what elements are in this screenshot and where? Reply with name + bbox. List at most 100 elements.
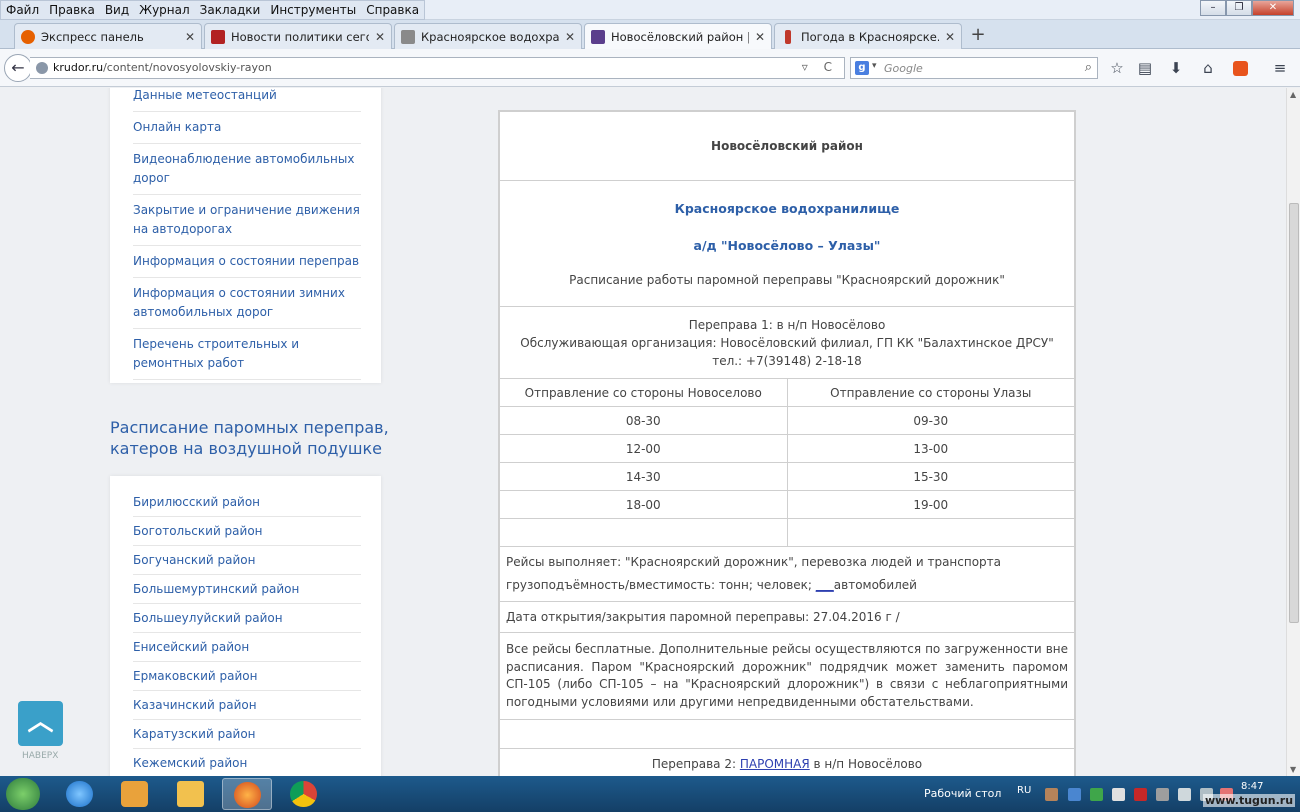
scroll-down-icon[interactable]: ▼ xyxy=(1290,765,1296,774)
menu-file[interactable]: Файл xyxy=(1,1,44,19)
close-tab-icon[interactable]: ✕ xyxy=(565,30,575,44)
district-link[interactable]: Ермаковский район xyxy=(133,662,361,691)
tray-tools-icon[interactable] xyxy=(1156,788,1169,801)
schedule-content: Новосёловский район Красноярское водохра… xyxy=(498,110,1076,776)
tray-app-icon[interactable] xyxy=(1045,788,1058,801)
tray-network-icon[interactable] xyxy=(1178,788,1191,801)
column-header-ulazy: Отправление со стороны Улазы xyxy=(786,378,1075,407)
menu-bookmarks[interactable]: Закладки xyxy=(195,1,266,19)
sidebar-link-crossings-status[interactable]: Информация о состоянии переправ xyxy=(133,246,361,278)
url-text: krudor.ru/content/novosyolovskiy-rayon xyxy=(53,61,272,74)
district-link[interactable]: Кежемский район xyxy=(133,749,361,776)
sidebar-link-online-map[interactable]: Онлайн карта xyxy=(133,112,361,144)
taskbar-explorer-button[interactable] xyxy=(166,778,216,810)
tab-weather[interactable]: Погода в Красноярске. П... ✕ xyxy=(774,23,962,49)
tab-reservoir[interactable]: Красноярское водохрани... ✕ xyxy=(394,23,582,49)
tab-bar: Экспресс панель ✕ Новости политики сегод… xyxy=(0,20,1300,50)
scrollbar-thumb[interactable] xyxy=(1289,203,1299,623)
district-link[interactable]: Енисейский район xyxy=(133,633,361,662)
close-tab-icon[interactable]: ✕ xyxy=(945,30,955,44)
tray-app-icon[interactable] xyxy=(1090,788,1103,801)
departure-time-cell: 18-00 xyxy=(499,490,788,519)
menu-edit[interactable]: Правка xyxy=(44,1,100,19)
star-bookmark-icon[interactable]: ☆ xyxy=(1108,59,1126,77)
scroll-to-top-button[interactable]: ︿ xyxy=(18,701,63,746)
empty-row xyxy=(499,719,1075,749)
sidebar-link-video-surveillance[interactable]: Видеонаблюдение автомобильных дорог xyxy=(133,144,361,195)
tray-app-icon[interactable] xyxy=(1068,788,1081,801)
page-viewport: Данные метеостанций Онлайн карта Видеона… xyxy=(0,88,1286,776)
district-link[interactable]: Каратузский район xyxy=(133,720,361,749)
home-icon[interactable]: ⌂ xyxy=(1199,59,1217,77)
google-icon[interactable]: g xyxy=(855,61,869,75)
tray-pdf-icon[interactable] xyxy=(1134,788,1147,801)
new-tab-icon[interactable]: + xyxy=(968,24,988,45)
district-link[interactable]: Богучанский район xyxy=(133,546,361,575)
download-icon[interactable]: ⬇ xyxy=(1167,59,1185,77)
crossing2-link[interactable]: ПАРОМНАЯ xyxy=(740,757,810,771)
desktop-toolbar-label[interactable]: Рабочий стол xyxy=(924,787,1001,800)
tab-novosyolovskiy[interactable]: Новосёловский район | К... ✕ xyxy=(584,23,772,50)
departure-time-cell: 08-30 xyxy=(499,406,788,435)
chevron-up-icon: ︿ xyxy=(27,707,54,737)
language-indicator[interactable]: RU xyxy=(1017,785,1031,796)
reservoir-name: Красноярское водохранилище xyxy=(674,200,900,216)
empty-cell xyxy=(499,518,788,547)
menu-list: Файл Правка Вид Журнал Закладки Инструме… xyxy=(0,0,426,20)
sidebar-link-road-works[interactable]: Перечень строительных и ремонтных работ xyxy=(133,329,361,380)
close-tab-icon[interactable]: ✕ xyxy=(375,30,385,44)
taskbar-ie-button[interactable] xyxy=(55,778,105,810)
windows-start-icon[interactable] xyxy=(6,778,40,810)
ferry-capacity-text: грузоподъёмность/вместимость: тонн; чело… xyxy=(506,578,816,592)
district-link[interactable]: Казачинский район xyxy=(133,691,361,720)
firefox-icon xyxy=(234,782,261,808)
scroll-up-icon[interactable]: ▲ xyxy=(1290,90,1296,99)
close-tab-icon[interactable]: ✕ xyxy=(755,30,765,44)
addon-icon[interactable] xyxy=(1233,61,1248,76)
departure-time-cell: 09-30 xyxy=(786,406,1075,435)
navigation-bar: ← krudor.ru/content/novosyolovskiy-rayon… xyxy=(0,49,1300,87)
pen-icon xyxy=(401,29,415,44)
menu-history[interactable]: Журнал xyxy=(134,1,195,19)
back-arrow-icon[interactable]: ← xyxy=(4,54,32,82)
ferry-capacity-suffix: автомобилей xyxy=(833,578,917,592)
taskbar-firefox-button[interactable] xyxy=(222,778,272,810)
close-tab-icon[interactable]: ✕ xyxy=(185,30,195,44)
media-player-icon xyxy=(121,781,148,807)
search-bar[interactable]: g ▾ Google ⌕ xyxy=(850,57,1098,79)
reservoir-block: Красноярское водохранилище а/д "Новосёло… xyxy=(499,180,1075,307)
road-name: а/д "Новосёлово – Улазы" xyxy=(693,237,881,253)
menu-tools[interactable]: Инструменты xyxy=(265,1,361,19)
clock[interactable]: 8:47 xyxy=(1241,781,1263,792)
menu-view[interactable]: Вид xyxy=(100,1,134,19)
sidebar-link-winter-roads[interactable]: Информация о состоянии зимних автомобиль… xyxy=(133,278,361,329)
search-icon[interactable]: ⌕ xyxy=(1085,60,1092,75)
crossing1-org: Обслуживающая организация: Новосёловский… xyxy=(520,335,1054,350)
tab-politics-news[interactable]: Новости политики сегодн... ✕ xyxy=(204,23,392,49)
hamburger-menu-icon[interactable]: ≡ xyxy=(1271,59,1289,77)
reading-list-icon[interactable]: ▤ xyxy=(1136,59,1154,77)
vertical-scrollbar[interactable]: ▲ ▼ xyxy=(1286,88,1300,776)
menu-help[interactable]: Справка xyxy=(361,1,424,19)
district-link[interactable]: Бирилюсский район xyxy=(133,488,361,517)
district-link[interactable]: Большемуртинский район xyxy=(133,575,361,604)
close-window-icon[interactable]: ✕ xyxy=(1252,0,1294,16)
maximize-icon[interactable]: ❐ xyxy=(1226,0,1252,16)
tab-express-panel[interactable]: Экспресс панель ✕ xyxy=(14,23,202,49)
reload-icon[interactable]: ▿ C xyxy=(802,60,838,74)
taskbar-chrome-button[interactable] xyxy=(279,778,329,810)
district-link[interactable]: Боготольский район xyxy=(133,517,361,546)
crossing2-prefix: Переправа 2: xyxy=(651,756,740,771)
minimize-icon[interactable]: – xyxy=(1200,0,1226,16)
ferry-operator-info: Рейсы выполняет: "Красноярский дорожник"… xyxy=(499,546,1075,602)
district-title: Новосёловский район xyxy=(499,111,1075,181)
sidebar-link-road-closures[interactable]: Закрытие и ограничение движения на автод… xyxy=(133,195,361,246)
tab-label: Экспресс панель xyxy=(41,29,144,44)
tray-app-icon[interactable] xyxy=(1112,788,1125,801)
sidebar-link-weather-stations[interactable]: Данные метеостанций xyxy=(133,88,361,112)
taskbar-media-button[interactable] xyxy=(110,778,160,810)
ferry-capacity-link[interactable]: ___ xyxy=(816,578,834,592)
district-link[interactable]: Большеулуйский район xyxy=(133,604,361,633)
address-bar[interactable]: krudor.ru/content/novosyolovskiy-rayon ▿… xyxy=(30,57,845,79)
chevron-down-icon[interactable]: ▾ xyxy=(872,61,877,71)
